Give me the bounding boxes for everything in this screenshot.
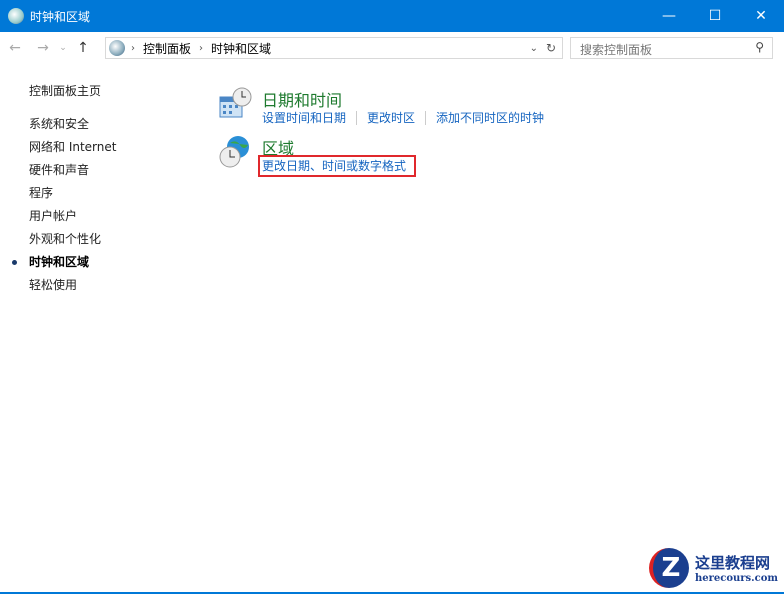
back-button[interactable]: ← (6, 40, 24, 56)
sidebar-item-accounts[interactable]: 用户帐户 (29, 205, 116, 228)
window-title: 时钟和区域 (30, 9, 91, 24)
watermark-logo: Z 这里教程网 herecours.com (648, 548, 778, 588)
search-placeholder: 搜索控制面板 (580, 43, 653, 57)
sidebar-item-programs[interactable]: 程序 (29, 182, 116, 205)
refresh-icon[interactable]: ↻ (546, 41, 556, 55)
sidebar-home[interactable]: 控制面板主页 (29, 80, 116, 103)
globe-clock-icon (219, 136, 249, 168)
divider (425, 111, 427, 125)
sidebar-item-appearance[interactable]: 外观和个性化 (29, 228, 116, 251)
close-button[interactable]: ✕ (738, 0, 784, 32)
maximize-button[interactable]: ☐ (692, 0, 738, 32)
search-icon[interactable]: ⚲ (755, 40, 764, 54)
forward-button[interactable]: → (34, 40, 52, 56)
divider (356, 111, 358, 125)
logo-z-icon: Z (648, 548, 689, 588)
chevron-right-icon: › (199, 42, 204, 54)
sidebar: 控制面板主页 系统和安全 网络和 Internet 硬件和声音 程序 用户帐户 … (11, 80, 116, 297)
address-row: ← → ⌄ ↑ › 控制面板 › 时钟和区域 ⌄ ↻ 搜索控制面板 ⚲ (0, 32, 784, 64)
watermark-name: 这里教程网 (694, 554, 770, 572)
sidebar-item-security[interactable]: 系统和安全 (29, 113, 116, 136)
chevron-down-icon[interactable]: ⌄ (530, 43, 538, 54)
category-title[interactable]: 日期和时间 (262, 87, 342, 111)
up-button[interactable]: ↑ (74, 40, 92, 56)
calendar-clock-icon (219, 87, 252, 118)
watermark-url: herecours.com (694, 573, 778, 584)
sidebar-item-network[interactable]: 网络和 Internet (29, 136, 116, 159)
sidebar-item-ease-of-access[interactable]: 轻松使用 (29, 274, 116, 297)
add-clocks-link[interactable]: 添加不同时区的时钟 (436, 109, 544, 126)
clock-region-icon (8, 8, 24, 24)
minimize-button[interactable]: — (646, 0, 692, 32)
sidebar-item-hardware[interactable]: 硬件和声音 (29, 159, 116, 182)
change-format-link[interactable]: 更改日期、时间或数字格式 (258, 155, 417, 177)
control-panel-icon (109, 40, 125, 56)
breadcrumb-clock-region[interactable]: 时钟和区域 (211, 40, 271, 57)
set-time-date-link[interactable]: 设置时间和日期 (262, 109, 346, 126)
title-bar: 时钟和区域 — ☐ ✕ (0, 0, 784, 32)
search-input[interactable]: 搜索控制面板 ⚲ (570, 37, 773, 59)
breadcrumb-control-panel[interactable]: 控制面板 (143, 40, 191, 57)
chevron-right-icon: › (131, 42, 135, 54)
recent-dropdown-icon[interactable]: ⌄ (58, 43, 68, 53)
sidebar-item-clock-region[interactable]: 时钟和区域 (11, 251, 116, 274)
address-bar[interactable]: › 控制面板 › 时钟和区域 ⌄ ↻ (105, 37, 563, 59)
change-timezone-link[interactable]: 更改时区 (367, 109, 415, 126)
